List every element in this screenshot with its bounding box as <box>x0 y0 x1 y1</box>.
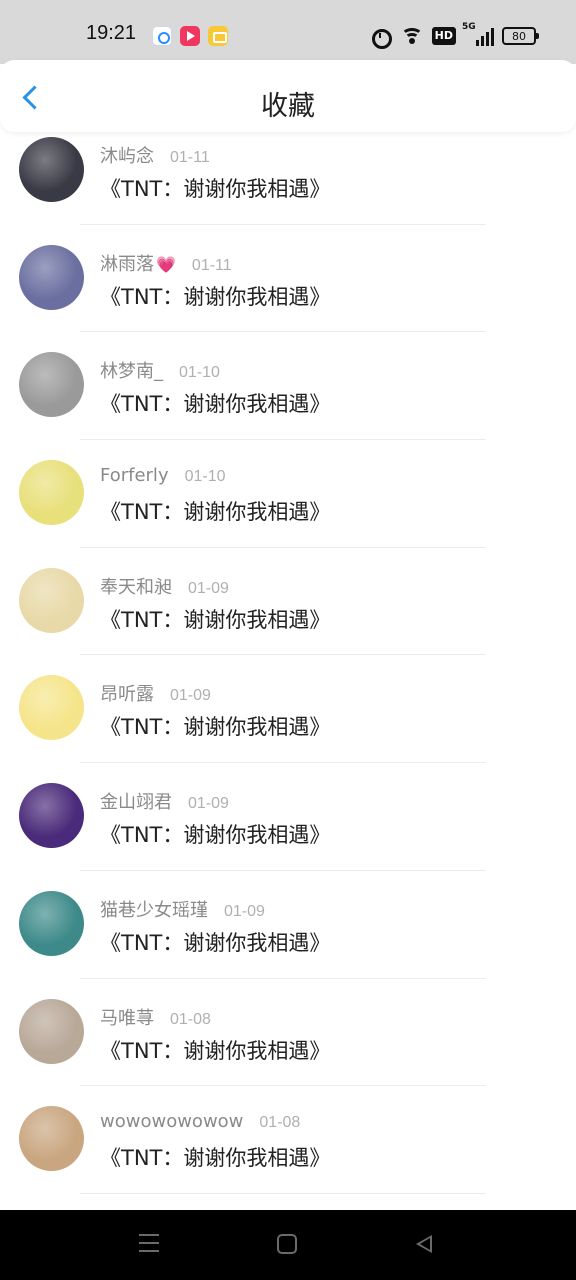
item-title[interactable]: 《TNT：谢谢你我相遇》 <box>100 1142 330 1172</box>
user-name[interactable]: 马唯荨 <box>100 1004 154 1030</box>
item-date: 01-09 <box>224 902 265 920</box>
item-meta: 淋雨落 💗 01-11 <box>100 250 232 276</box>
hd-badge: HD <box>431 27 456 45</box>
user-name[interactable]: 猫巷少女瑶瑾 <box>100 896 208 922</box>
item-date: 01-09 <box>188 579 229 597</box>
menu-icon[interactable] <box>139 1234 159 1252</box>
list-item[interactable]: 奉天和昶 01-09 《TNT：谢谢你我相遇》 <box>0 548 576 656</box>
avatar[interactable] <box>19 998 84 1064</box>
user-name[interactable]: 淋雨落 <box>100 250 154 276</box>
item-date: 01-10 <box>184 468 226 486</box>
wifi-icon <box>400 26 424 46</box>
status-time: 19:21 <box>86 22 137 44</box>
network-type-label: 5G <box>462 22 476 32</box>
item-meta: 林梦南_ 01-10 <box>100 357 220 383</box>
item-meta: 昂听露 01-09 <box>100 680 211 706</box>
user-name[interactable]: 奉天和昶 <box>100 573 172 599</box>
user-name[interactable]: Forferly <box>100 465 169 486</box>
video-app-icon <box>180 26 200 46</box>
item-date: 01-11 <box>170 149 210 166</box>
item-date: 01-09 <box>170 687 211 705</box>
battery-icon: 80 <box>502 27 539 45</box>
avatar[interactable] <box>19 352 84 418</box>
divider <box>80 1192 486 1194</box>
home-icon[interactable] <box>277 1234 297 1254</box>
reader-app-icon <box>208 26 228 46</box>
item-title[interactable]: 《TNT：谢谢你我相遇》 <box>100 819 330 849</box>
system-icons: HD 5G 80 <box>370 22 539 49</box>
list-item[interactable]: 淋雨落 💗 01-11 《TNT：谢谢你我相遇》 <box>0 225 576 333</box>
avatar[interactable] <box>19 137 84 202</box>
user-name[interactable]: wowowowowow <box>100 1111 243 1132</box>
back-triangle-icon[interactable] <box>414 1234 434 1254</box>
list-item[interactable]: 沐屿念 01-11 《TNT：谢谢你我相遇》 <box>0 117 576 225</box>
item-date: 01-08 <box>170 1010 211 1028</box>
item-date: 01-11 <box>191 256 232 274</box>
item-title[interactable]: 《TNT：谢谢你我相遇》 <box>100 604 330 634</box>
item-meta: 奉天和昶 01-09 <box>100 573 229 599</box>
item-meta: 沐屿念 01-11 <box>100 142 210 168</box>
list-item[interactable]: wowowowowow 01-08 《TNT：谢谢你我相遇》 <box>0 1086 576 1194</box>
item-date: 01-08 <box>259 1114 301 1132</box>
browser-app-icon <box>152 26 172 46</box>
item-date: 01-09 <box>188 795 229 813</box>
status-bar: 19:21 HD 5G 80 <box>0 0 576 64</box>
user-name[interactable]: 沐屿念 <box>100 142 154 168</box>
item-title[interactable]: 《TNT：谢谢你我相遇》 <box>100 173 330 203</box>
list-item[interactable]: 猫巷少女瑶瑾 01-09 《TNT：谢谢你我相遇》 <box>0 871 576 979</box>
user-name[interactable]: 林梦南_ <box>100 357 163 383</box>
navigation-bar <box>0 1210 576 1280</box>
list-item[interactable]: 马唯荨 01-08 《TNT：谢谢你我相遇》 <box>0 979 576 1087</box>
item-title[interactable]: 《TNT：谢谢你我相遇》 <box>100 388 330 418</box>
item-title[interactable]: 《TNT：谢谢你我相遇》 <box>100 711 330 741</box>
user-name[interactable]: 金山翊君 <box>100 788 172 814</box>
list-item[interactable]: 昂听露 01-09 《TNT：谢谢你我相遇》 <box>0 655 576 764</box>
alarm-icon <box>370 26 392 49</box>
item-meta: Forferly 01-10 <box>100 465 226 486</box>
notification-icons <box>152 26 228 46</box>
avatar[interactable] <box>19 567 84 633</box>
avatar[interactable] <box>19 460 84 526</box>
item-title[interactable]: 《TNT：谢谢你我相遇》 <box>100 927 330 957</box>
item-meta: wowowowowow 01-08 <box>100 1111 300 1132</box>
user-name[interactable]: 昂听露 <box>100 680 154 706</box>
avatar[interactable] <box>19 244 84 310</box>
avatar[interactable] <box>19 675 84 741</box>
item-date: 01-10 <box>179 364 220 382</box>
heart-icon: 💗 <box>156 254 176 274</box>
signal-icon: 5G <box>462 22 494 46</box>
avatar[interactable] <box>19 890 84 956</box>
battery-level: 80 <box>512 29 526 43</box>
item-title[interactable]: 《TNT：谢谢你我相遇》 <box>100 1035 330 1065</box>
list-item[interactable]: Forferly 01-10 《TNT：谢谢你我相遇》 <box>0 440 576 548</box>
item-title[interactable]: 《TNT：谢谢你我相遇》 <box>100 281 330 311</box>
item-title[interactable]: 《TNT：谢谢你我相遇》 <box>100 496 330 526</box>
avatar[interactable] <box>19 1106 84 1172</box>
list-item[interactable]: 金山翊君 01-09 《TNT：谢谢你我相遇》 <box>0 763 576 871</box>
favorites-list: 沐屿念 01-11 《TNT：谢谢你我相遇》 淋雨落 💗 01-11 《TNT：谢谢你我相遇… <box>0 117 576 1194</box>
list-item[interactable]: 林梦南_ 01-10 《TNT：谢谢你我相遇》 <box>0 332 576 441</box>
avatar[interactable] <box>19 783 84 849</box>
item-meta: 猫巷少女瑶瑾 01-09 <box>100 896 265 922</box>
item-meta: 金山翊君 01-09 <box>100 788 229 814</box>
item-meta: 马唯荨 01-08 <box>100 1004 211 1030</box>
